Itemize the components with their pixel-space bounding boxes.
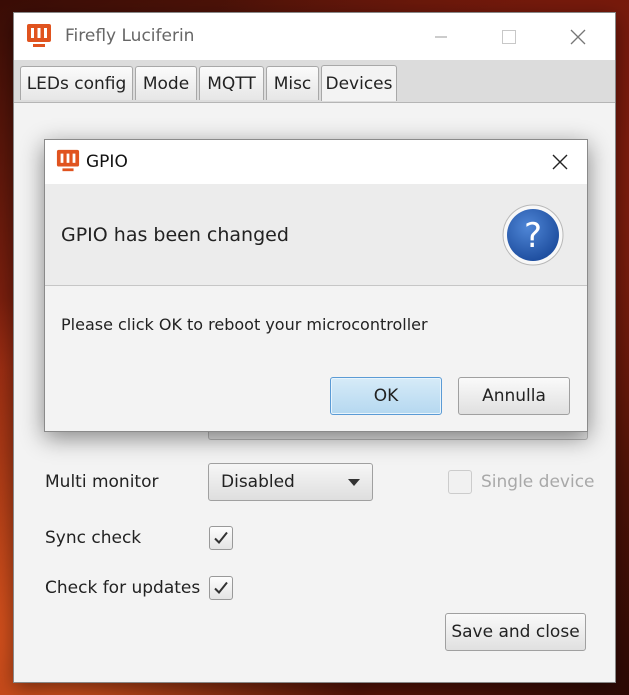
multi-monitor-select[interactable]: Disabled bbox=[208, 463, 373, 501]
dialog-title: GPIO bbox=[86, 152, 128, 172]
tab-leds-config[interactable]: LEDs config bbox=[20, 66, 133, 100]
dialog-header-text: GPIO has been changed bbox=[61, 224, 289, 246]
tab-mode[interactable]: Mode bbox=[135, 66, 197, 100]
single-device-checkbox[interactable] bbox=[448, 470, 472, 494]
multi-monitor-value: Disabled bbox=[221, 472, 295, 492]
single-device-label: Single device bbox=[481, 472, 595, 492]
window-title: Firefly Luciferin bbox=[65, 26, 195, 46]
close-icon bbox=[570, 29, 586, 44]
dialog-close-button[interactable] bbox=[548, 150, 572, 174]
minimize-icon bbox=[435, 36, 447, 37]
svg-text:?: ? bbox=[524, 216, 542, 256]
minimize-button[interactable] bbox=[418, 13, 464, 60]
tab-bar: LEDs config Mode MQTT Misc Devices bbox=[14, 60, 615, 103]
dialog-message: Please click OK to reboot your microcont… bbox=[61, 315, 428, 334]
tab-mqtt[interactable]: MQTT bbox=[199, 66, 264, 100]
gpio-dialog: GPIO GPIO has been changed ? Please clic… bbox=[44, 139, 588, 432]
sync-check-checkbox[interactable] bbox=[209, 526, 233, 550]
dialog-title-bar[interactable]: GPIO bbox=[45, 140, 587, 184]
sync-check-label: Sync check bbox=[45, 528, 142, 548]
check-updates-label: Check for updates bbox=[45, 578, 201, 598]
check-updates-checkbox[interactable] bbox=[209, 576, 233, 600]
title-bar[interactable]: Firefly Luciferin bbox=[14, 13, 615, 60]
multi-monitor-label: Multi monitor bbox=[45, 472, 159, 492]
question-icon: ? bbox=[502, 204, 564, 266]
maximize-icon bbox=[502, 29, 516, 44]
checkmark-icon bbox=[214, 581, 228, 594]
cancel-button[interactable]: Annulla bbox=[458, 377, 570, 415]
checkmark-icon bbox=[214, 531, 228, 544]
dialog-header: GPIO has been changed ? bbox=[45, 184, 587, 286]
ok-button[interactable]: OK bbox=[330, 377, 442, 415]
tab-misc[interactable]: Misc bbox=[266, 66, 319, 100]
app-logo-icon bbox=[56, 149, 80, 172]
close-icon bbox=[552, 154, 568, 170]
close-button[interactable] bbox=[555, 13, 601, 60]
dropdown-arrow-icon bbox=[348, 479, 360, 486]
maximize-button[interactable] bbox=[486, 13, 532, 60]
tab-devices[interactable]: Devices bbox=[321, 65, 397, 101]
save-and-close-button[interactable]: Save and close bbox=[445, 613, 586, 651]
app-logo-icon bbox=[27, 24, 51, 47]
